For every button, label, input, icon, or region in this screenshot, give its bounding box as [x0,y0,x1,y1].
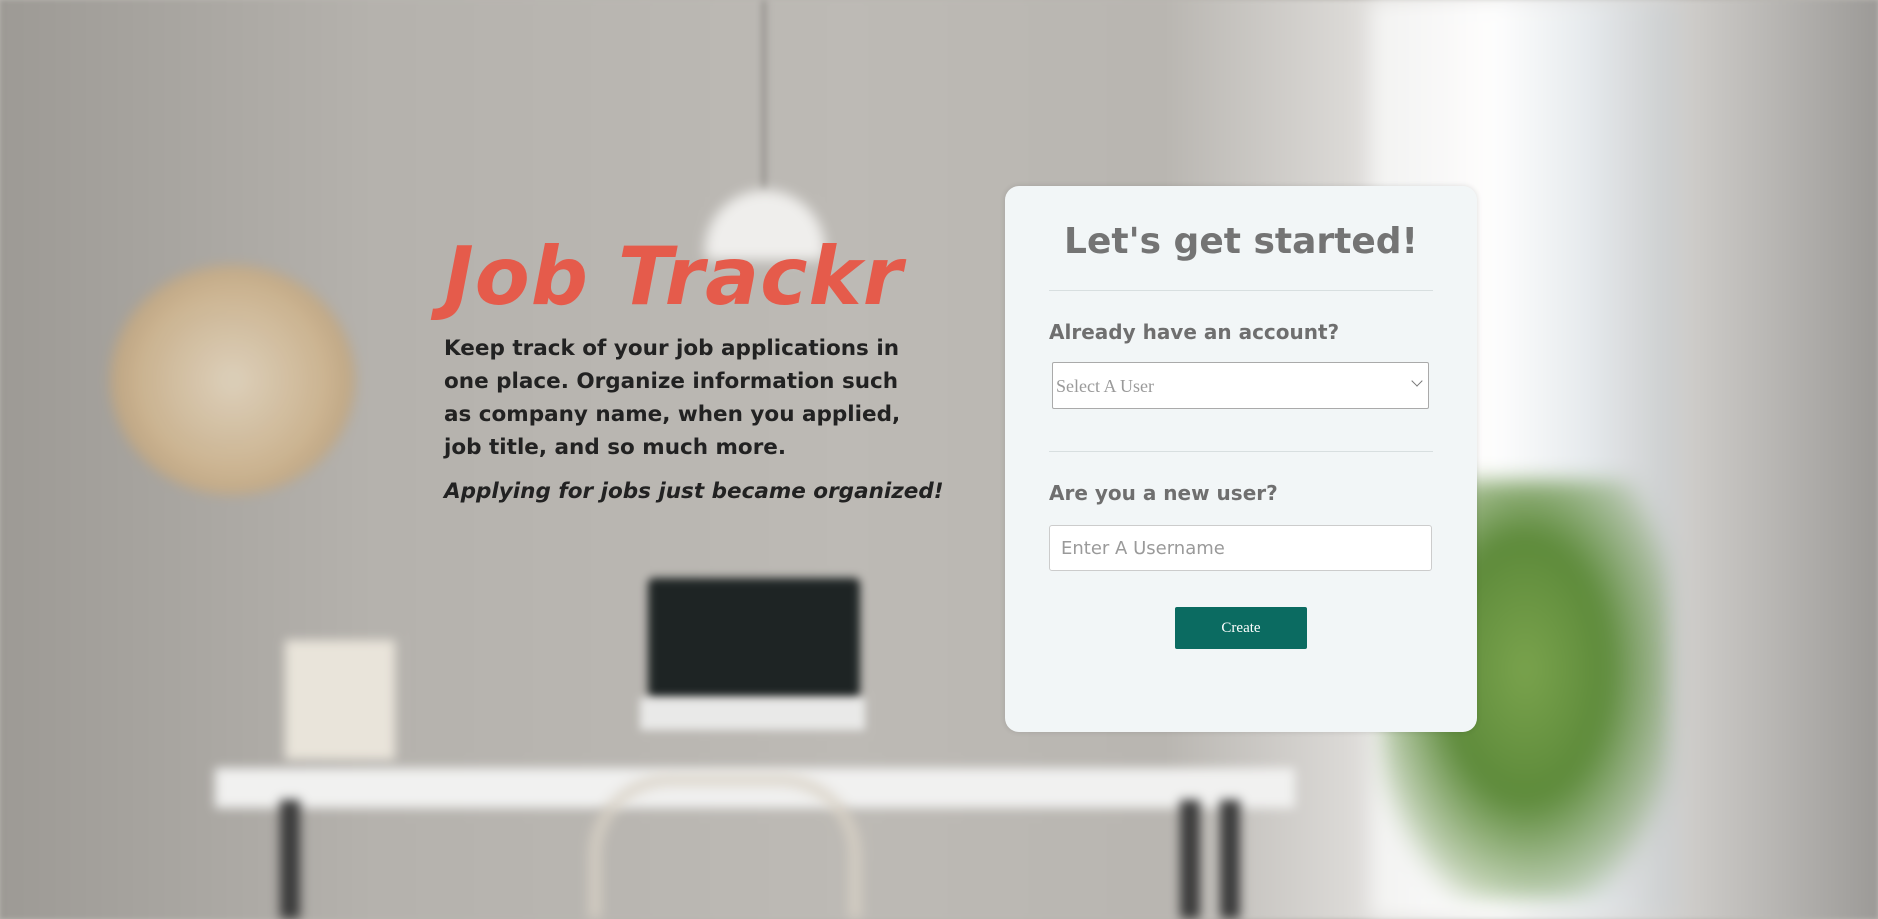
hero-tagline: Applying for jobs just became organized! [444,479,944,504]
user-select-value: Select A User [1056,376,1154,396]
background-binders [285,640,395,760]
chevron-down-icon [1411,375,1423,387]
app-logo-title: Job Trackr [444,230,904,323]
background-lamp-cord [762,0,766,190]
background-image [0,0,1878,919]
get-started-card: Let's get started! Already have an accou… [1005,186,1477,732]
background-desk-leg [1220,800,1240,919]
background-chair [590,775,860,919]
hero-section: Job Trackr Keep track of your job applic… [444,230,944,507]
background-monitor-base [640,698,865,730]
username-input[interactable] [1049,525,1432,571]
background-round-shelf [110,265,355,495]
new-user-label: Are you a new user? [1049,481,1278,505]
background-desk-leg [1180,800,1200,919]
create-button[interactable]: Create [1175,607,1307,649]
divider [1049,290,1433,291]
background-monitor [648,578,860,698]
background-desk-leg [280,800,300,919]
card-title: Let's get started! [1064,221,1418,262]
existing-account-label: Already have an account? [1049,320,1340,344]
hero-description: Keep track of your job applications in o… [444,336,901,460]
divider [1049,451,1433,452]
user-select[interactable]: Select A User [1052,362,1429,409]
